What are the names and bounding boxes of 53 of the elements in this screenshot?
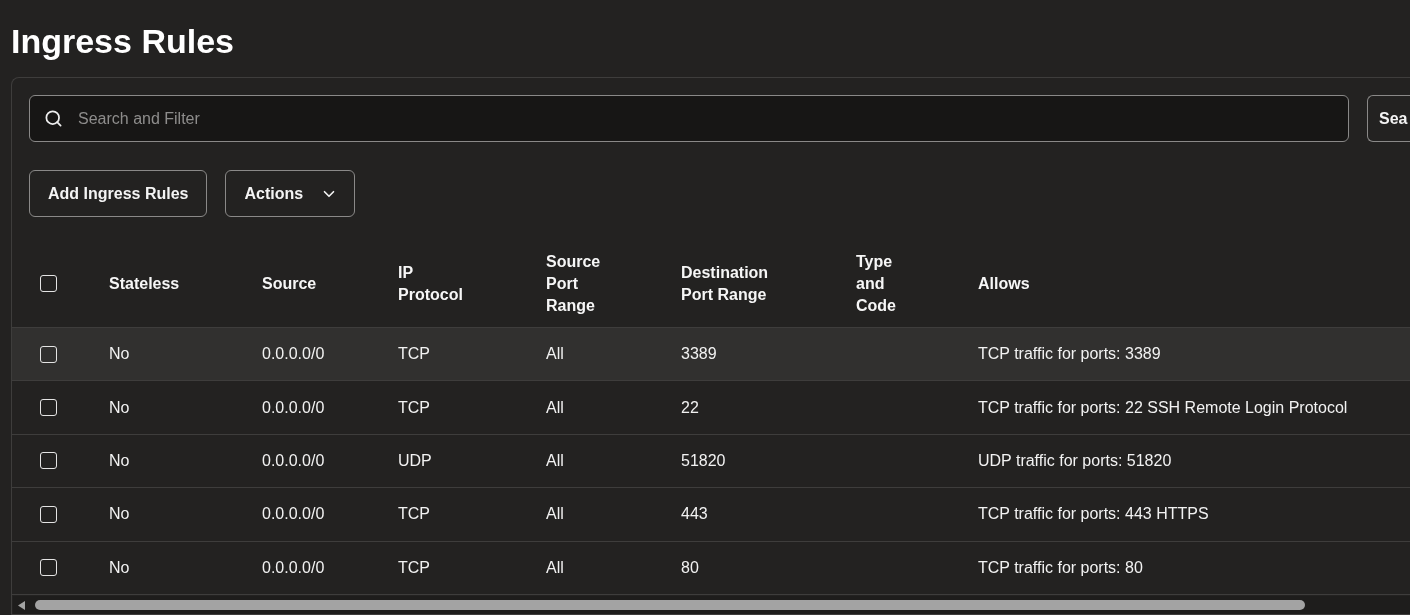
- page-title: Ingress Rules: [11, 21, 234, 61]
- table-cell: UDP: [398, 451, 432, 469]
- table-cell: 0.0.0.0/0: [262, 451, 325, 469]
- table-cell: TCP: [398, 558, 430, 576]
- table-cell: TCP traffic for ports: 80: [978, 558, 1143, 576]
- column-header: Destination Port Range: [681, 262, 770, 305]
- add-rules-button[interactable]: Add Ingress Rules: [29, 170, 208, 217]
- table-cell: 0.0.0.0/0: [262, 505, 325, 523]
- table-cell: All: [546, 398, 564, 416]
- table-cell: TCP: [398, 505, 430, 523]
- table-cell: No: [109, 558, 130, 576]
- search-field[interactable]: Search and Filter: [29, 95, 1349, 142]
- table-cell: TCP traffic for ports: 443 HTTPS: [978, 505, 1209, 523]
- column-header: Allows: [978, 273, 1031, 294]
- table-cell: TCP: [398, 345, 430, 363]
- table-cell: 0.0.0.0/0: [262, 558, 325, 576]
- horizontal-scrollbar[interactable]: [13, 596, 1410, 614]
- table-cell: 80: [681, 558, 699, 576]
- row-checkbox[interactable]: [40, 345, 57, 363]
- column-header: IP Protocol: [398, 262, 464, 305]
- search-icon: [44, 109, 63, 128]
- table-cell: No: [109, 451, 130, 469]
- table-cell: TCP: [398, 398, 430, 416]
- column-header: Type and Code: [856, 251, 897, 316]
- table-cell: No: [109, 505, 130, 523]
- table-cell: No: [109, 398, 130, 416]
- scroll-left-arrow-icon[interactable]: [18, 600, 25, 610]
- actions-menu-button[interactable]: Actions: [225, 170, 356, 217]
- table-cell: All: [546, 451, 564, 469]
- scrollbar-thumb[interactable]: [35, 600, 1305, 610]
- column-header: Source Port Range: [546, 251, 602, 316]
- row-checkbox[interactable]: [40, 559, 57, 577]
- table-cell: 0.0.0.0/0: [262, 398, 325, 416]
- table-cell: 3389: [681, 345, 717, 363]
- table-cell: 443: [681, 505, 708, 523]
- table-cell: All: [546, 505, 564, 523]
- column-header: Source: [262, 273, 318, 294]
- table-cell: All: [546, 345, 564, 363]
- table-cell: All: [546, 558, 564, 576]
- table-cell: 51820: [681, 451, 726, 469]
- table-cell: 22: [681, 398, 699, 416]
- table-row[interactable]: No 0.0.0.0/0 TCP All 3389 TCP traffic for ports: 3389: [12, 328, 1410, 382]
- column-header: Stateless: [109, 273, 181, 294]
- table-cell: TCP traffic for ports: 22 SSH Remote Login Protocol: [978, 398, 1348, 416]
- table-cell: 0.0.0.0/0: [262, 345, 325, 363]
- row-checkbox[interactable]: [40, 452, 57, 470]
- table-cell: No: [109, 345, 130, 363]
- row-checkbox[interactable]: [40, 505, 57, 523]
- search-button[interactable]: Sea: [1367, 95, 1410, 142]
- select-all-checkbox[interactable]: [40, 275, 57, 292]
- table-cell: UDP traffic for ports: 51820: [978, 451, 1172, 469]
- row-checkbox[interactable]: [40, 399, 57, 417]
- table-cell: TCP traffic for ports: 3389: [978, 345, 1161, 363]
